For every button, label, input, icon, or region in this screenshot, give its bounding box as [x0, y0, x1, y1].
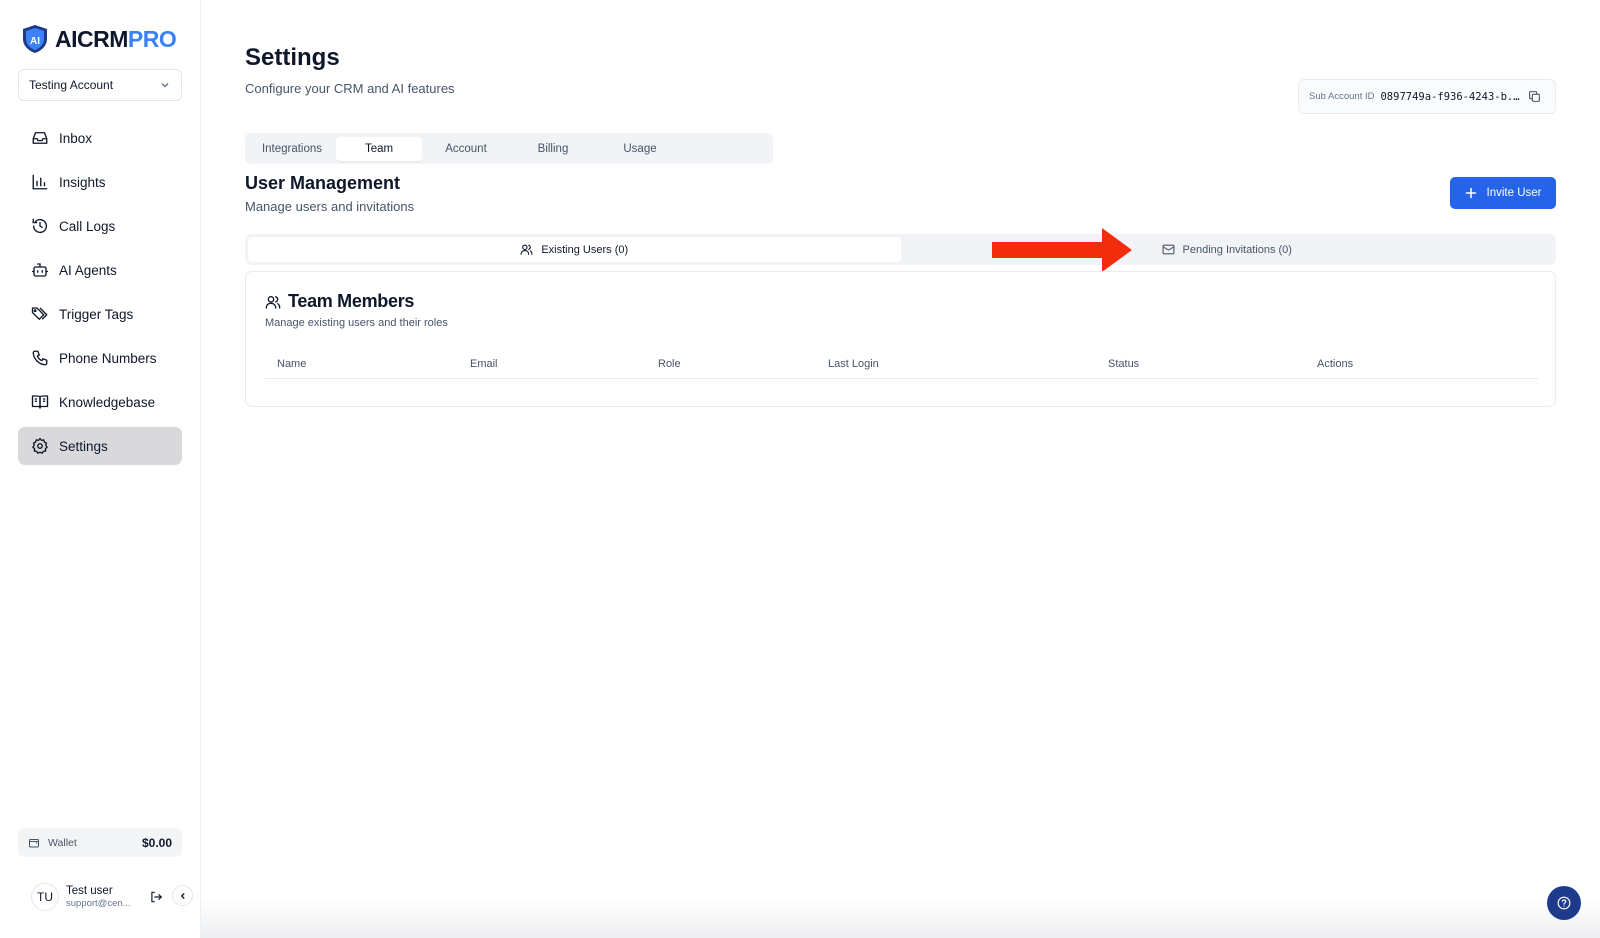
sidebar-item-label: Trigger Tags: [59, 306, 134, 322]
section-subtitle: Manage users and invitations: [245, 199, 415, 214]
user-profile: TU Test user support@cen...: [18, 877, 196, 917]
tab-billing[interactable]: Billing: [510, 137, 596, 161]
help-icon: [1557, 896, 1571, 910]
team-members-card: Team Members Manage existing users and t…: [245, 271, 1556, 407]
invite-user-button[interactable]: Invite User: [1450, 177, 1556, 209]
card-title: Team Members: [265, 291, 414, 312]
users-icon: [265, 295, 281, 309]
sidebar-item-label: Insights: [59, 174, 106, 190]
sidebar-item-inbox[interactable]: Inbox: [18, 119, 182, 157]
help-button[interactable]: [1547, 886, 1581, 920]
users-icon: [520, 244, 533, 255]
mail-icon: [1162, 244, 1174, 255]
book-icon: [31, 395, 49, 409]
brand-name: AICRMPRO: [55, 25, 177, 52]
account-selector-value: Testing Account: [29, 78, 114, 92]
sidebar-item-label: AI Agents: [59, 262, 117, 278]
user-info: Test user support@cen...: [66, 884, 131, 910]
sub-account-value: 0897749a-f936-4243-b...: [1380, 90, 1523, 103]
user-subtabs: Existing Users (0) Pending Invitations (…: [245, 234, 1556, 265]
tab-usage[interactable]: Usage: [597, 137, 683, 161]
tab-existing-users[interactable]: Existing Users (0): [248, 237, 901, 262]
chevron-down-icon: [161, 83, 169, 88]
shield-logo-icon: AI: [23, 25, 47, 53]
tab-existing-users-label: Existing Users (0): [541, 243, 629, 256]
sub-account-id: Sub Account ID 0897749a-f936-4243-b...: [1298, 79, 1556, 114]
avatar[interactable]: TU: [31, 883, 59, 911]
sidebar-item-call-logs[interactable]: Call Logs: [18, 207, 182, 245]
red-arrow-annotation: [992, 228, 1132, 272]
wallet-balance[interactable]: Wallet $0.00: [18, 828, 182, 857]
column-header-status: Status: [1108, 358, 1140, 370]
page-subtitle: Configure your CRM and AI features: [245, 81, 455, 96]
copy-icon[interactable]: [1528, 90, 1541, 103]
logout-icon[interactable]: [149, 890, 163, 904]
sidebar-item-label: Knowledgebase: [59, 394, 156, 410]
tab-integrations[interactable]: Integrations: [249, 137, 335, 161]
plus-icon: [1465, 187, 1476, 199]
gear-icon: [32, 437, 48, 454]
brand-logo[interactable]: AI AICRMPRO: [21, 24, 177, 54]
page-title: Settings: [245, 44, 340, 71]
bottom-shadow: [201, 898, 1600, 938]
sidebar-nav: Inbox Insights Call Logs AI Agents Trigg…: [18, 119, 182, 471]
sidebar-item-ai-agents[interactable]: AI Agents: [18, 251, 182, 289]
column-header-last-login: Last Login: [828, 358, 879, 370]
phone-icon: [32, 350, 48, 366]
column-header-actions: Actions: [1317, 358, 1354, 370]
user-name: Test user: [66, 884, 113, 897]
sidebar-item-phone-numbers[interactable]: Phone Numbers: [18, 339, 182, 377]
column-header-email: Email: [470, 358, 498, 370]
main-content: Settings Configure your CRM and AI featu…: [245, 0, 1556, 938]
card-title-text: Team Members: [288, 291, 415, 311]
history-icon: [32, 218, 48, 234]
settings-tabs: Integrations Team Account Billing Usage: [245, 133, 773, 164]
wallet-label: Wallet: [48, 836, 77, 849]
sidebar-item-knowledgebase[interactable]: Knowledgebase: [18, 383, 182, 421]
column-header-name: Name: [277, 358, 307, 370]
chevron-left-icon: [180, 892, 185, 899]
tab-team[interactable]: Team: [336, 136, 422, 161]
sidebar-item-label: Phone Numbers: [59, 350, 157, 366]
sidebar-item-label: Inbox: [59, 130, 93, 146]
sidebar-item-label: Settings: [59, 438, 108, 454]
card-subtitle: Manage existing users and their roles: [265, 317, 448, 329]
sub-account-label: Sub Account ID: [1309, 91, 1375, 102]
table-header: Name Email Role Last Login Status Action…: [265, 352, 1538, 379]
column-header-role: Role: [658, 358, 681, 370]
sidebar-item-trigger-tags[interactable]: Trigger Tags: [18, 295, 182, 333]
invite-user-label: Invite User: [1486, 187, 1542, 199]
tab-account[interactable]: Account: [423, 137, 509, 161]
tab-pending-invitations-label: Pending Invitations (0): [1182, 243, 1292, 256]
sidebar-item-label: Call Logs: [59, 218, 116, 234]
section-title: User Management: [245, 173, 401, 193]
wallet-icon: [29, 838, 39, 847]
tags-icon: [31, 307, 48, 320]
wallet-amount: $0.00: [141, 835, 172, 850]
collapse-sidebar-button[interactable]: [172, 885, 193, 906]
sidebar-item-settings[interactable]: Settings: [18, 427, 182, 465]
account-selector[interactable]: Testing Account: [18, 69, 182, 101]
user-email: support@cen...: [66, 898, 131, 910]
bar-chart-icon: [32, 174, 48, 190]
bot-icon: [31, 263, 49, 277]
inbox-icon: [32, 132, 48, 144]
svg-text:AI: AI: [30, 36, 40, 47]
sidebar-item-insights[interactable]: Insights: [18, 163, 182, 201]
sidebar: AI AICRMPRO Testing Account Inbox Insigh…: [0, 0, 201, 938]
